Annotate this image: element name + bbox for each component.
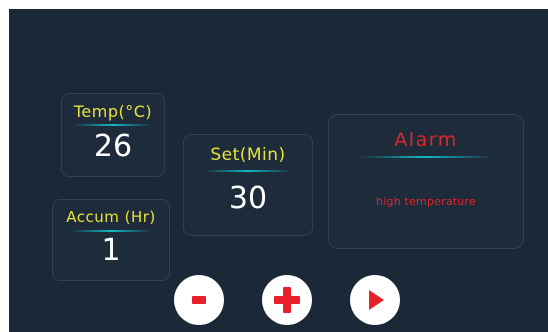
plus-icon — [274, 287, 300, 313]
decrease-button[interactable] — [174, 275, 224, 325]
accum-divider — [70, 230, 152, 232]
start-button[interactable] — [350, 275, 400, 325]
temp-value[interactable]: 26 — [62, 129, 164, 164]
set-value[interactable]: 30 — [184, 181, 312, 216]
play-icon — [369, 290, 384, 310]
temp-panel: Temp(°C) 26 — [61, 93, 165, 177]
set-divider — [203, 170, 293, 172]
set-panel: Set(Min) 30 — [183, 134, 313, 236]
temp-label: Temp(°C) — [73, 102, 153, 121]
increase-button[interactable] — [262, 275, 312, 325]
minus-icon — [192, 296, 206, 304]
alarm-title: Alarm — [394, 129, 458, 151]
accum-value[interactable]: 1 — [53, 233, 169, 268]
temp-divider — [73, 124, 153, 126]
alarm-divider — [358, 156, 494, 158]
set-label: Set(Min) — [210, 145, 286, 165]
alarm-panel: Alarm high temperature — [328, 114, 524, 249]
hmi-screen: Temp(°C) 26 Accum (Hr) 1 Set(Min) 30 Ala… — [9, 9, 548, 332]
accum-panel: Accum (Hr) 1 — [52, 199, 170, 281]
accum-label: Accum (Hr) — [66, 208, 156, 226]
alarm-message: high temperature — [376, 195, 476, 208]
